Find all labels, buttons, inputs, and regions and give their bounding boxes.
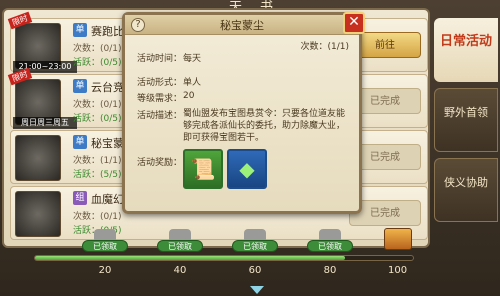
progress-fill [35, 256, 345, 260]
desc-value: 蜀仙盟发布宝图悬赏令：只要各位道友能够完成各派仙长的委托，助力除魔大业，即可获得… [183, 109, 346, 143]
claimed-label: 已领取 [82, 240, 128, 252]
milestone[interactable]: 已领取 40 [155, 229, 205, 276]
claimed-label: 已领取 [157, 240, 203, 252]
activity-progress-bar [34, 255, 414, 261]
form-label: 活动形式： [137, 78, 183, 88]
activity-count: 次数：(0/1) [73, 100, 122, 110]
level-row: 等级需求： 20 [137, 91, 194, 104]
claimed-label: 已领取 [232, 240, 278, 252]
treasure-map-icon[interactable]: 📜 [183, 149, 223, 189]
milestone[interactable]: 已领取 80 [305, 229, 355, 276]
form-value: 单人 [183, 78, 202, 88]
activity-active: 活跃：(0/5) [73, 114, 122, 124]
reward-glyph: ◆ [239, 157, 255, 181]
kind-badge: 单 [73, 79, 87, 93]
activity-active: 活跃：(5/5) [73, 170, 122, 180]
activity-thumbnail [15, 135, 61, 181]
milestone[interactable]: 已领取 60 [230, 229, 280, 276]
time-label: 活动时间： [137, 54, 183, 64]
close-button[interactable]: ✕ [343, 12, 365, 34]
level-value: 20 [183, 91, 195, 101]
activity-count: 次数：(0/1) [73, 212, 122, 222]
milestone-value: 80 [323, 265, 337, 276]
tab-daily[interactable]: 日常活动 [434, 18, 498, 82]
green-jade-icon[interactable]: ◆ [227, 149, 267, 189]
activity-count: 次数：(1/1) [73, 156, 122, 166]
reward-glyph: 📜 [190, 157, 216, 181]
time-row: 活动时间： 每天 [137, 51, 201, 64]
activity-detail-dialog: ? 秘宝蒙尘 ✕ 次数：(1/1) 活动时间： 每天 活动形式： 单人 等级需求… [122, 12, 365, 214]
form-row: 活动形式： 单人 [137, 75, 201, 88]
milestone-value: 40 [173, 265, 187, 276]
kind-badge: 单 [73, 23, 87, 37]
milestone-value: 60 [248, 265, 262, 276]
thumb-time: 周日周三周五 [13, 117, 77, 129]
tab-field-boss[interactable]: 野外首领 [434, 88, 498, 152]
activity-count: 次数：(0/1) [73, 44, 122, 54]
dialog-count: 次数：(1/1) [300, 42, 349, 52]
tab-assist[interactable]: 侠义协助 [434, 158, 498, 222]
claimed-label: 已领取 [307, 240, 353, 252]
gift-chest-icon[interactable] [384, 228, 412, 250]
kind-badge: 单 [73, 135, 87, 149]
activity-thumbnail [15, 191, 61, 237]
milestone-value: 100 [388, 265, 408, 276]
dialog-title: 秘宝蒙尘 [220, 19, 264, 32]
milestone[interactable]: 已领取 20 [80, 229, 130, 276]
desc-label: 活动描述： [137, 111, 183, 121]
kind-badge: 组 [73, 191, 87, 205]
milestone-value: 20 [98, 265, 112, 276]
activity-active: 活跃：(0/5) [73, 58, 122, 68]
time-value: 每天 [183, 54, 202, 64]
reward-label: 活动奖励： [137, 158, 183, 168]
level-label: 等级需求： [137, 94, 183, 104]
